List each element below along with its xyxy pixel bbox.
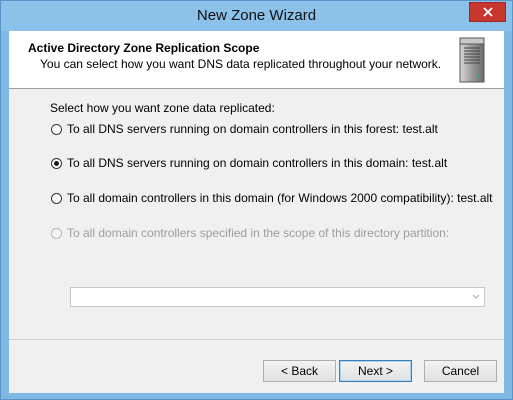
radio-domain[interactable] [51,157,62,169]
option-win2000-label[interactable]: To all domain controllers in this domain… [67,191,493,205]
close-button[interactable] [469,2,506,22]
title-bar[interactable]: New Zone Wizard [1,1,512,31]
option-partition-label: To all domain controllers specified in t… [67,226,450,240]
server-icon [459,37,485,83]
radio-forest[interactable] [51,123,62,135]
cancel-button[interactable]: Cancel [424,360,497,382]
window-title: New Zone Wizard [196,7,317,24]
page-title: Active Directory Zone Replication Scope [28,41,260,55]
page-subtitle: You can select how you want DNS data rep… [40,57,442,71]
option-domain-label[interactable]: To all DNS servers running on domain con… [67,156,447,170]
replication-prompt: Select how you want zone data replicated… [50,101,275,115]
option-forest-label[interactable]: To all DNS servers running on domain con… [67,122,438,136]
radio-partition [51,227,62,239]
chevron-down-icon [472,294,480,299]
wizard-page: Active Directory Zone Replication Scope … [9,31,504,393]
option-forest[interactable]: To all DNS servers running on domain con… [51,122,438,136]
next-button[interactable]: Next > [339,360,412,382]
option-partition: To all domain controllers specified in t… [51,226,449,240]
wizard-window: New Zone Wizard Active Directory Zone Re… [0,0,513,400]
partition-select [70,287,485,307]
option-domain[interactable]: To all DNS servers running on domain con… [51,156,447,170]
button-separator [9,339,504,340]
back-button[interactable]: < Back [263,360,336,382]
close-icon [482,7,493,17]
radio-win2000[interactable] [51,192,62,204]
option-win2000[interactable]: To all domain controllers in this domain… [51,191,493,205]
wizard-header: Active Directory Zone Replication Scope … [9,31,504,89]
